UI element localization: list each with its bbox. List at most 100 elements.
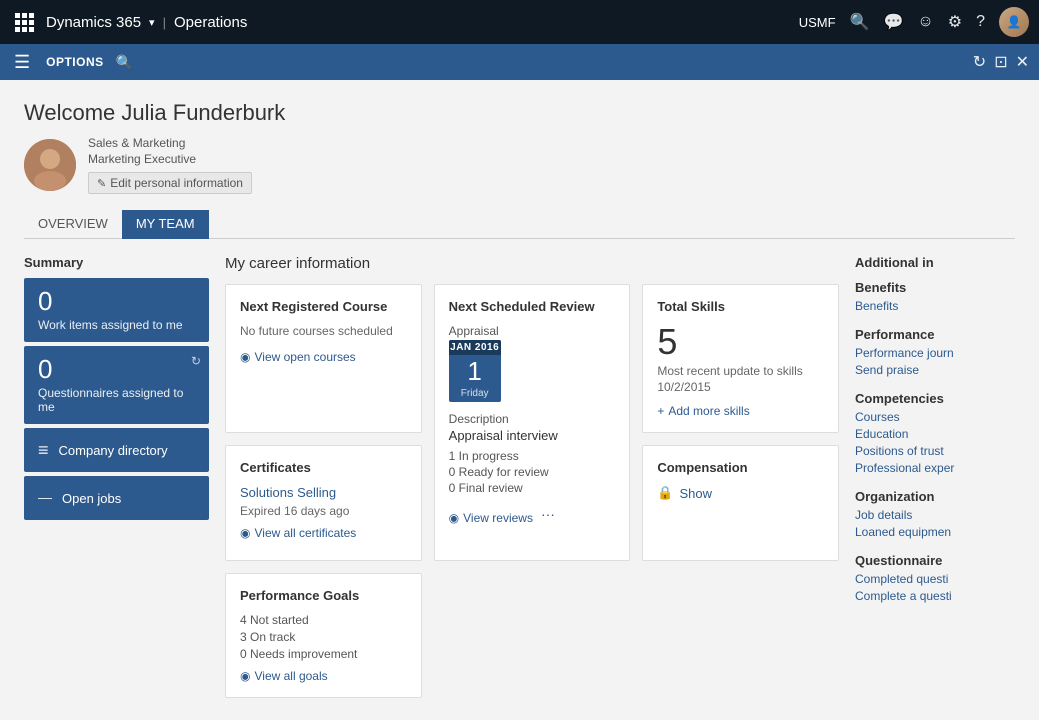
- user-avatar[interactable]: 👤: [999, 7, 1029, 37]
- positions-of-trust-link[interactable]: Positions of trust: [855, 444, 1015, 458]
- completed-questionnaires-link[interactable]: Completed questi: [855, 572, 1015, 586]
- perf-goals-title: Performance Goals: [240, 588, 407, 603]
- certificates-card: Certificates Solutions Selling Expired 1…: [225, 445, 422, 561]
- add-skills-link[interactable]: + Add more skills: [657, 404, 824, 418]
- waffle-menu-button[interactable]: [10, 8, 38, 36]
- refresh-icon[interactable]: ↻: [973, 52, 986, 72]
- desc-value: Appraisal interview: [449, 428, 616, 443]
- job-details-link[interactable]: Job details: [855, 508, 1015, 522]
- view-all-goals-link[interactable]: ◉ View all goals: [240, 669, 407, 683]
- top-nav-right: USMF 🔍 💬 ☺ ⚙ ? 👤: [799, 7, 1029, 37]
- eye-icon-3: ◉: [240, 526, 250, 540]
- tab-overview[interactable]: OVERVIEW: [24, 210, 122, 239]
- edit-personal-info-button[interactable]: ✎ Edit personal information: [88, 172, 252, 194]
- additional-title: Additional in: [855, 255, 1015, 270]
- company-directory-label: Company directory: [59, 443, 168, 458]
- calendar-box: JAN 2016 1 Friday: [449, 340, 501, 402]
- courses-link[interactable]: Courses: [855, 410, 1015, 424]
- restore-icon[interactable]: ⊡: [994, 52, 1007, 72]
- total-skills-card: Total Skills 5 Most recent update to ski…: [642, 284, 839, 433]
- desc-label: Description: [449, 412, 616, 426]
- secondary-search-icon[interactable]: 🔍: [116, 54, 133, 71]
- professional-experience-link[interactable]: Professional exper: [855, 461, 1015, 475]
- emoji-icon[interactable]: ☺: [917, 13, 933, 31]
- show-compensation-link[interactable]: 🔒 Show: [657, 485, 824, 501]
- waffle-dot: [15, 13, 20, 18]
- review-type: Appraisal: [449, 324, 616, 338]
- view-goals-label: View all goals: [254, 669, 327, 683]
- list-icon: [38, 440, 49, 461]
- options-label[interactable]: OPTIONS: [46, 55, 104, 69]
- nav-actions-right: ↻ ⊡ ✕: [973, 52, 1029, 72]
- education-link[interactable]: Education: [855, 427, 1015, 441]
- cards-grid: Next Registered Course No future courses…: [225, 284, 839, 698]
- chat-icon[interactable]: 💬: [883, 12, 903, 32]
- view-certificates-link[interactable]: ◉ View all certificates: [240, 526, 407, 540]
- cal-month: JAN 2016: [449, 340, 501, 355]
- perf-goals-card: Performance Goals 4 Not started 3 On tra…: [225, 573, 422, 698]
- plus-icon: +: [657, 404, 664, 418]
- work-items-count: 0: [38, 288, 195, 314]
- view-certs-label: View all certificates: [254, 526, 356, 540]
- skills-number: 5: [657, 324, 824, 360]
- company-directory-tile[interactable]: Company directory: [24, 428, 209, 472]
- questionnaires-count: 0: [38, 356, 195, 382]
- profile-info: Sales & Marketing Marketing Executive ✎ …: [88, 136, 252, 194]
- skills-date: 10/2/2015: [657, 380, 824, 394]
- settings-icon[interactable]: ⚙: [948, 12, 962, 32]
- questionnaire-heading: Questionnaire: [855, 553, 1015, 568]
- tab-my-team[interactable]: MY TEAM: [122, 210, 209, 239]
- brand-name[interactable]: Dynamics 365: [42, 14, 145, 31]
- avatar-svg: [24, 139, 76, 191]
- competencies-heading: Competencies: [855, 391, 1015, 406]
- view-courses-link[interactable]: ◉ View open courses: [240, 350, 407, 364]
- career-info-title: My career information: [225, 255, 839, 272]
- pencil-icon: ✎: [97, 177, 106, 190]
- view-courses-label: View open courses: [254, 350, 355, 364]
- profile-avatar: [24, 139, 76, 191]
- goals-stat-3: 0 Needs improvement: [240, 647, 407, 661]
- waffle-dot: [29, 27, 34, 32]
- top-nav: Dynamics 365 ▾ | Operations USMF 🔍 💬 ☺ ⚙…: [0, 0, 1039, 44]
- edit-btn-label: Edit personal information: [110, 176, 243, 190]
- next-review-title: Next Scheduled Review: [449, 299, 616, 314]
- main-content: Welcome Julia Funderburk Sales & Marketi…: [0, 80, 1039, 720]
- help-icon[interactable]: ?: [976, 13, 985, 31]
- next-course-card: Next Registered Course No future courses…: [225, 284, 422, 433]
- welcome-title: Welcome Julia Funderburk: [24, 100, 1015, 126]
- performance-journal-link[interactable]: Performance journ: [855, 346, 1015, 360]
- benefits-heading: Benefits: [855, 280, 1015, 295]
- top-nav-left: Dynamics 365 ▾ | Operations: [10, 8, 247, 36]
- eye-icon-4: ◉: [240, 669, 250, 683]
- tile-refresh-icon[interactable]: ↻: [191, 354, 201, 368]
- waffle-dot: [22, 27, 27, 32]
- search-icon[interactable]: 🔍: [850, 12, 870, 32]
- benefits-link[interactable]: Benefits: [855, 299, 1015, 313]
- view-reviews-link[interactable]: ◉ View reviews: [449, 511, 533, 525]
- sidebar-questionnaire-section: Questionnaire Completed questi Complete …: [855, 553, 1015, 603]
- close-icon[interactable]: ✕: [1016, 52, 1029, 72]
- chevron-down-icon[interactable]: ▾: [149, 16, 155, 29]
- sidebar-benefits-section: Benefits Benefits: [855, 280, 1015, 313]
- open-jobs-label: Open jobs: [62, 491, 121, 506]
- send-praise-link[interactable]: Send praise: [855, 363, 1015, 377]
- loaned-equipment-link[interactable]: Loaned equipmen: [855, 525, 1015, 539]
- company-selector[interactable]: USMF: [799, 15, 836, 30]
- work-items-tile[interactable]: 0 Work items assigned to me: [24, 278, 209, 342]
- questionnaires-tile[interactable]: ↻ 0 Questionnaires assigned to me: [24, 346, 209, 424]
- sidebar-competencies-section: Competencies Courses Education Positions…: [855, 391, 1015, 475]
- cal-day: 1: [449, 355, 501, 388]
- waffle-dot: [15, 20, 20, 25]
- waffle-dot: [22, 20, 27, 25]
- open-jobs-tile[interactable]: Open jobs: [24, 476, 209, 520]
- cert-name[interactable]: Solutions Selling: [240, 485, 407, 500]
- more-options-icon[interactable]: ···: [541, 506, 555, 522]
- nav-divider: |: [163, 15, 166, 30]
- waffle-dot: [29, 20, 34, 25]
- complete-questionnaire-link[interactable]: Complete a questi: [855, 589, 1015, 603]
- dash-icon: [38, 489, 52, 507]
- goals-stat-1: 4 Not started: [240, 613, 407, 627]
- cert-expired: Expired 16 days ago: [240, 504, 407, 518]
- main-area: My career information Next Registered Co…: [225, 255, 839, 698]
- hamburger-menu-button[interactable]: ☰: [10, 48, 34, 77]
